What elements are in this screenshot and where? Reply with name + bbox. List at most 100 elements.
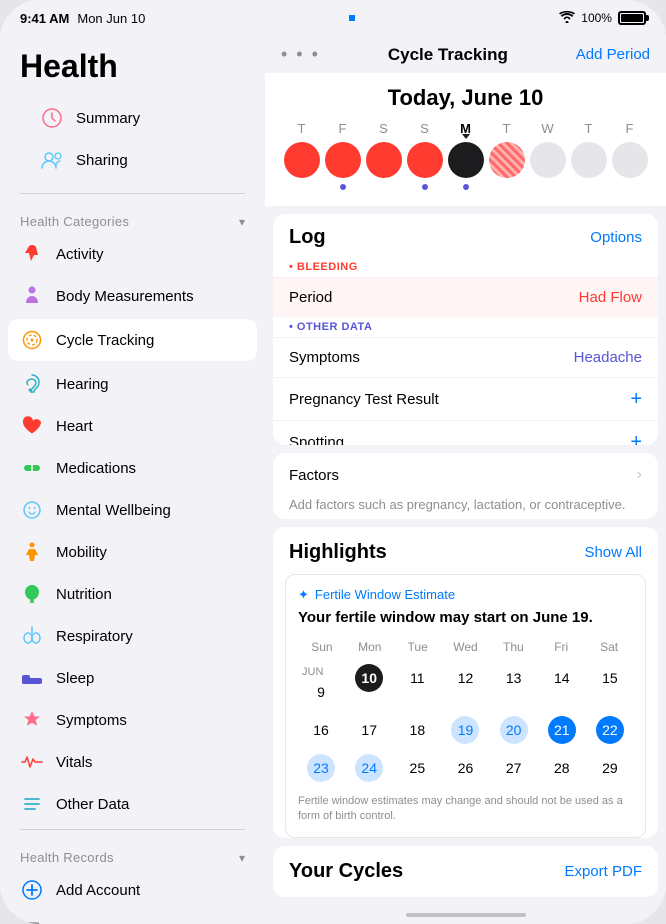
log-row-symptoms[interactable]: Symptoms Headache xyxy=(273,337,658,377)
weekday-f: F xyxy=(325,121,361,136)
cal-sat: Sat xyxy=(585,638,633,656)
cal-cell-25[interactable]: 25 xyxy=(394,750,440,786)
cal-cell-9[interactable]: JUN 9 xyxy=(298,660,344,710)
log-options-button[interactable]: Options xyxy=(590,229,642,246)
cal-fri: Fri xyxy=(537,638,585,656)
sidebar-item-activity[interactable]: Activity xyxy=(0,233,265,275)
cal-cell-14[interactable]: 14 xyxy=(539,660,585,710)
sidebar-item-summary[interactable]: Summary xyxy=(20,97,245,139)
cal-cell-19[interactable]: 19 xyxy=(442,712,488,748)
sidebar-item-add-account[interactable]: Add Account xyxy=(0,869,265,911)
day-circle-4[interactable] xyxy=(407,142,443,178)
add-period-button[interactable]: Add Period xyxy=(576,46,650,63)
cal-num-29: 29 xyxy=(596,754,624,782)
log-row-period[interactable]: Period Had Flow xyxy=(273,277,658,317)
dot-1 xyxy=(299,184,305,190)
cal-num-25: 25 xyxy=(403,754,431,782)
sidebar-item-body-measurements[interactable]: Body Measurements xyxy=(0,275,265,317)
export-pdf-button[interactable]: Export PDF xyxy=(564,863,642,880)
sidebar-item-heart[interactable]: Heart xyxy=(0,405,265,447)
cal-cell-15[interactable]: 15 xyxy=(587,660,633,710)
your-cycles-title: Your Cycles xyxy=(289,860,403,883)
cal-num-9: 9 xyxy=(307,678,335,706)
sidebar-item-mobility[interactable]: Mobility xyxy=(0,531,265,573)
summary-label: Summary xyxy=(76,110,140,127)
factors-section: Factors › Add factors such as pregnancy,… xyxy=(273,453,658,519)
log-row-pregnancy-test[interactable]: Pregnancy Test Result + xyxy=(273,377,658,420)
fertile-label: Fertile Window Estimate xyxy=(315,587,455,602)
cal-cell-10[interactable]: 10 xyxy=(346,660,392,710)
day-circle-2[interactable] xyxy=(325,142,361,178)
other-data-label: Other Data xyxy=(56,796,129,813)
cal-num-27: 27 xyxy=(500,754,528,782)
cal-cell-20[interactable]: 20 xyxy=(491,712,537,748)
day-circle-today[interactable] xyxy=(448,142,484,178)
log-row-spotting[interactable]: Spotting + xyxy=(273,420,658,445)
sidebar-item-symptoms[interactable]: Symptoms xyxy=(0,699,265,741)
health-categories-label: Health Categories xyxy=(20,214,129,229)
dot-9 xyxy=(627,184,633,190)
day-circle-empty-1[interactable] xyxy=(530,142,566,178)
cal-num-26: 26 xyxy=(451,754,479,782)
mini-cal-week3: 23 24 25 26 27 xyxy=(298,750,633,786)
cal-num-18: 18 xyxy=(403,716,431,744)
cal-cell-29[interactable]: 29 xyxy=(587,750,633,786)
cal-cell-24[interactable]: 24 xyxy=(346,750,392,786)
activity-label: Activity xyxy=(56,246,104,263)
show-all-button[interactable]: Show All xyxy=(584,544,642,561)
cal-mon: Mon xyxy=(346,638,394,656)
sidebar-item-sleep[interactable]: Sleep xyxy=(0,657,265,699)
mobility-icon xyxy=(20,540,44,564)
sidebar-item-sharing[interactable]: Sharing xyxy=(20,139,245,181)
cal-cell-16[interactable]: 16 xyxy=(298,712,344,748)
cal-cell-27[interactable]: 27 xyxy=(491,750,537,786)
add-account-label: Add Account xyxy=(56,882,140,899)
log-section: Log Options • BLEEDING Period Had Flow •… xyxy=(273,214,658,445)
cal-num-12: 12 xyxy=(451,664,479,692)
mental-wellbeing-icon xyxy=(20,498,44,522)
sidebar-item-other-data[interactable]: Other Data xyxy=(0,783,265,825)
add-account-icon xyxy=(20,878,44,902)
cal-cell-18[interactable]: 18 xyxy=(394,712,440,748)
sidebar-item-vitals[interactable]: Vitals xyxy=(0,741,265,783)
dot-2 xyxy=(340,184,346,190)
cal-cell-28[interactable]: 28 xyxy=(539,750,585,786)
clinical-documents-icon xyxy=(20,920,44,924)
highlights-header: Highlights Show All xyxy=(273,527,658,574)
sidebar-item-mental-wellbeing[interactable]: Mental Wellbeing xyxy=(0,489,265,531)
health-categories-header[interactable]: Health Categories ▾ xyxy=(0,198,265,233)
day-circle-striped[interactable] xyxy=(489,142,525,178)
sidebar-item-nutrition[interactable]: Nutrition xyxy=(0,573,265,615)
sidebar-divider-1 xyxy=(20,193,245,194)
heart-icon xyxy=(20,414,44,438)
pregnancy-test-plus: + xyxy=(630,389,642,409)
health-records-header[interactable]: Health Records ▾ xyxy=(0,834,265,869)
cal-cell-12[interactable]: 12 xyxy=(442,660,488,710)
sidebar-item-medications[interactable]: Medications xyxy=(0,447,265,489)
day-circle-empty-2[interactable] xyxy=(571,142,607,178)
cal-cell-22[interactable]: 22 xyxy=(587,712,633,748)
sidebar-item-cycle-tracking[interactable]: Cycle Tracking xyxy=(8,319,257,361)
cal-cell-11[interactable]: 11 xyxy=(394,660,440,710)
cal-cell-26[interactable]: 26 xyxy=(442,750,488,786)
sidebar-item-respiratory[interactable]: Respiratory xyxy=(0,615,265,657)
period-label: Period xyxy=(289,289,332,306)
mini-cal-header: Sun Mon Tue Wed Thu Fri Sat xyxy=(298,638,633,656)
cal-num-21: 21 xyxy=(548,716,576,744)
sidebar-item-hearing[interactable]: Hearing xyxy=(0,363,265,405)
cal-cell-17[interactable]: 17 xyxy=(346,712,392,748)
cal-num-15: 15 xyxy=(596,664,624,692)
day-circle-3[interactable] xyxy=(366,142,402,178)
sharing-icon xyxy=(40,148,64,172)
cal-cell-13[interactable]: 13 xyxy=(491,660,537,710)
activity-icon xyxy=(20,242,44,266)
day-circle-empty-3[interactable] xyxy=(612,142,648,178)
factors-row[interactable]: Factors › xyxy=(273,453,658,497)
panel-title: Cycle Tracking xyxy=(388,45,508,65)
day-circle-1[interactable] xyxy=(284,142,320,178)
cal-cell-21[interactable]: 21 xyxy=(539,712,585,748)
respiratory-label: Respiratory xyxy=(56,628,133,645)
weekday-t3: T xyxy=(571,121,607,136)
sidebar-item-clinical-documents[interactable]: Clinical Documents xyxy=(0,911,265,924)
cal-cell-23[interactable]: 23 xyxy=(298,750,344,786)
